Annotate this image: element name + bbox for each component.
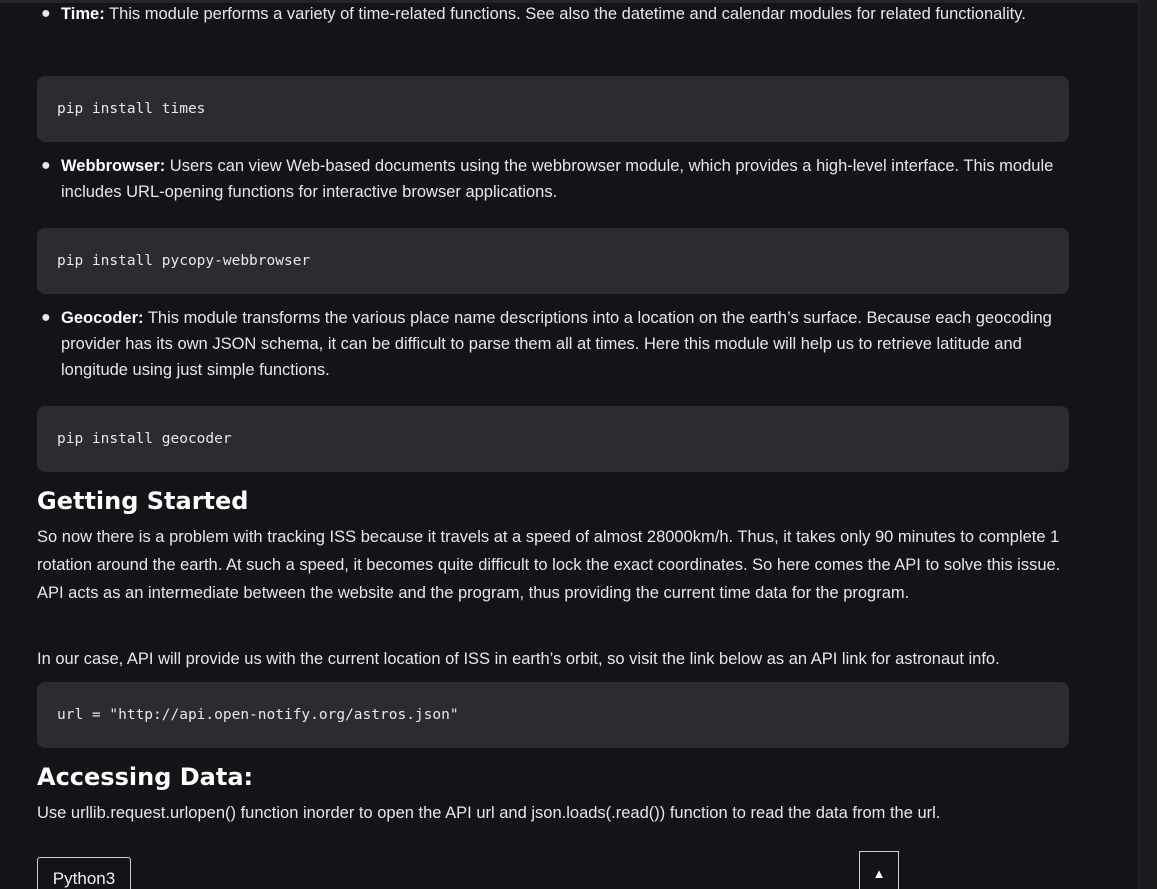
desc-time: This module performs a variety of time-r…: [104, 5, 1026, 23]
arrow-up-icon: ▲: [872, 866, 886, 881]
heading-accessing-data: Accessing Data:: [37, 763, 254, 791]
paragraph-api-info: In our case, API will provide us with th…: [37, 650, 1000, 668]
list-item-time: ● Time: This module performs a variety o…: [37, 1, 1061, 27]
code-text: pip install times: [57, 101, 206, 117]
bullet-dot: ●: [41, 5, 51, 22]
scroll-to-top-button[interactable]: ▲: [859, 851, 899, 889]
article-page: ● Time: This module performs a variety o…: [0, 0, 1157, 889]
vertical-scrollbar[interactable]: [1138, 0, 1157, 889]
list-item-geocoder: ● Geocoder: This module transforms the v…: [37, 305, 1091, 383]
code-text: pip install pycopy-webbrowser: [57, 253, 311, 269]
code-text: url = "http://api.open-notify.org/astros…: [57, 707, 459, 723]
code-block-url[interactable]: url = "http://api.open-notify.org/astros…: [37, 682, 1069, 748]
term-geocoder: Geocoder:: [61, 309, 144, 327]
heading-getting-started: Getting Started: [37, 487, 249, 515]
bullet-dot: ●: [41, 309, 51, 326]
bullet-dot: ●: [41, 157, 51, 174]
list-item-webbrowser: ● Webbrowser: Users can view Web-based d…: [37, 153, 1071, 205]
paragraph-accessing-data: Use urllib.request.urlopen() function in…: [37, 804, 941, 822]
desc-webbrowser: Users can view Web-based documents using…: [61, 157, 1054, 201]
term-time: Time:: [61, 5, 105, 23]
code-block-webbrowser[interactable]: pip install pycopy-webbrowser: [37, 228, 1069, 294]
desc-geocoder: This module transforms the various place…: [61, 309, 1052, 379]
code-text: pip install geocoder: [57, 431, 232, 447]
python3-tab-button[interactable]: Python3: [37, 857, 131, 889]
code-block-time[interactable]: pip install times: [37, 76, 1069, 142]
code-block-geocoder[interactable]: pip install geocoder: [37, 406, 1069, 472]
paragraph-getting-started: So now there is a problem with tracking …: [37, 528, 1061, 602]
term-webbrowser: Webbrowser:: [61, 157, 166, 175]
